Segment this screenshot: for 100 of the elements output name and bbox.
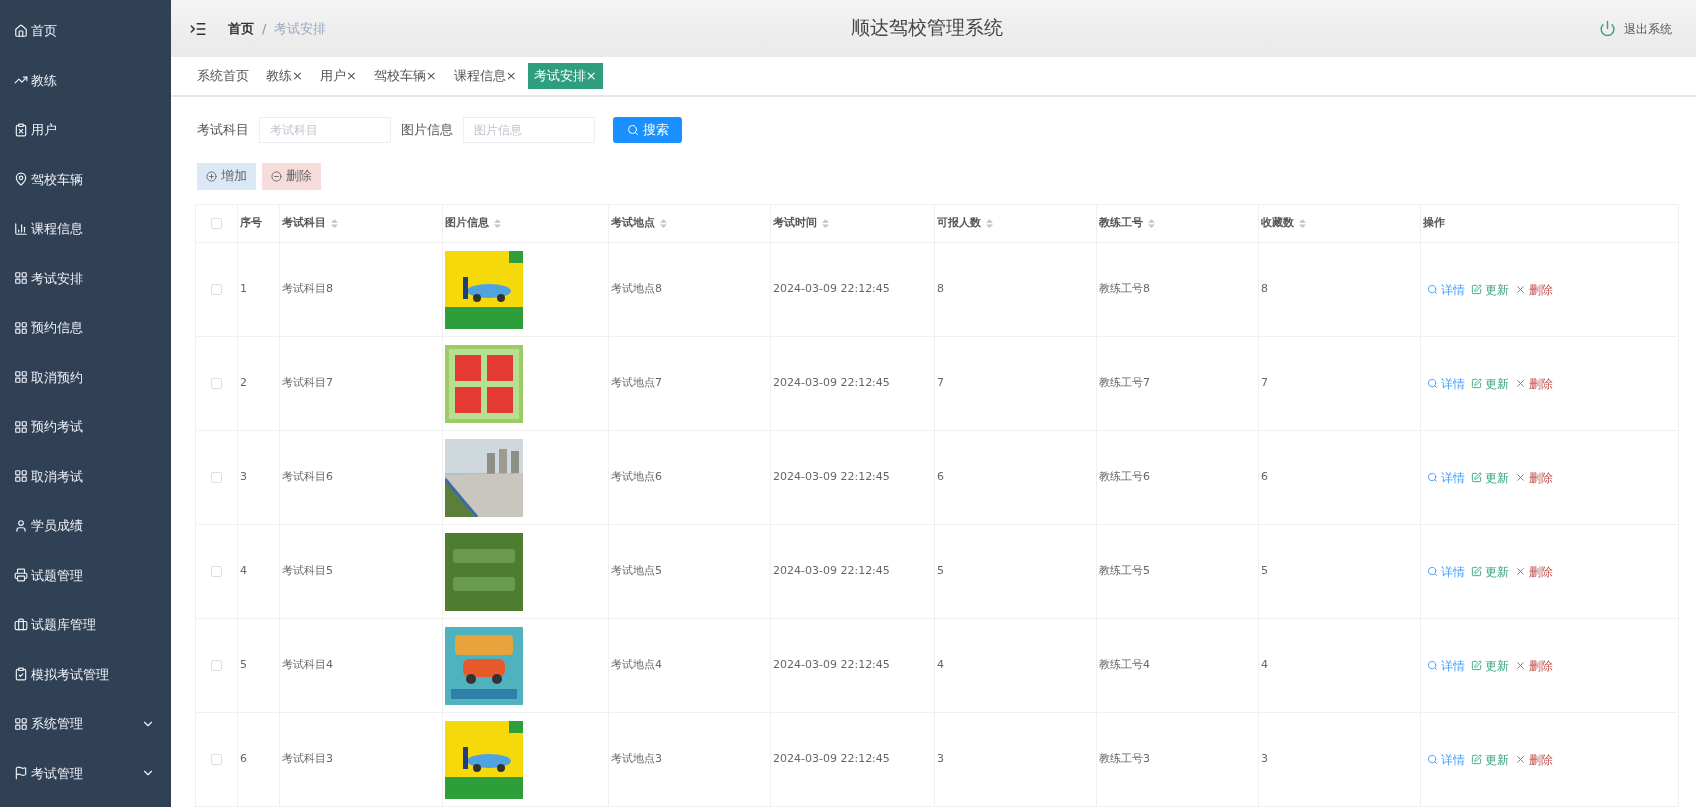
close-icon xyxy=(1515,472,1526,483)
edit-icon xyxy=(1471,378,1482,389)
table-cell: 2024-03-09 22:12:45 xyxy=(773,657,890,674)
power-icon[interactable] xyxy=(1599,20,1616,37)
checkbox[interactable] xyxy=(211,218,222,229)
table-cell: 1 xyxy=(240,281,247,298)
close-icon xyxy=(1515,284,1526,295)
search-icon xyxy=(1427,472,1438,483)
sort-icon[interactable] xyxy=(660,219,667,228)
checkbox[interactable] xyxy=(211,284,222,295)
sidebar-item[interactable]: 取消预约 xyxy=(0,352,171,402)
sidebar-item[interactable]: 首页 xyxy=(0,6,171,56)
breadcrumb-current: 考试安排 xyxy=(274,19,327,38)
sidebar-item[interactable]: 系统管理 xyxy=(0,699,171,749)
checkbox[interactable] xyxy=(211,378,222,389)
checkbox[interactable] xyxy=(211,566,222,577)
delete-link[interactable]: 删除 xyxy=(1515,280,1553,299)
breadcrumb-separator: / xyxy=(262,19,267,38)
search-field[interactable]: 考试科目 xyxy=(259,117,391,143)
table-cell: 3 xyxy=(937,751,944,768)
minus-icon xyxy=(271,171,282,182)
table-cell: 6 xyxy=(1261,469,1268,486)
sidebar-item[interactable]: 试题管理 xyxy=(0,550,171,600)
logout-link[interactable]: 退出系统 xyxy=(1624,19,1672,38)
sort-icon[interactable] xyxy=(331,219,338,228)
breadcrumb-link[interactable]: 首页 xyxy=(228,18,254,39)
table-cell: 考试科目5 xyxy=(282,563,333,580)
edit-icon xyxy=(1471,754,1482,765)
sidebar-item[interactable]: 预约考试 xyxy=(0,402,171,452)
sidebar-item[interactable]: 考试管理 xyxy=(0,748,171,798)
sidebar-item[interactable]: 试题库管理 xyxy=(0,600,171,650)
table-cell: 5 xyxy=(240,657,247,674)
table-cell: 4 xyxy=(937,657,944,674)
checkbox[interactable] xyxy=(211,660,222,671)
delete-link[interactable]: 删除 xyxy=(1515,562,1553,581)
column-header[interactable]: 考试时间 xyxy=(773,215,817,232)
table-cell: 3 xyxy=(1261,751,1268,768)
table-cell: 2 xyxy=(240,375,247,392)
column-header[interactable]: 图片信息 xyxy=(445,215,489,232)
table-cell: 2024-03-09 22:12:45 xyxy=(773,563,890,580)
table-cell: 考试科目3 xyxy=(282,751,333,768)
search-icon xyxy=(1427,378,1438,389)
sidebar-item[interactable]: 教练 xyxy=(0,55,171,105)
sidebar-item[interactable]: 驾校车辆 xyxy=(0,154,171,204)
tab[interactable]: 驾校车辆× xyxy=(367,63,443,89)
edit-icon xyxy=(1471,566,1482,577)
edit-icon xyxy=(1471,284,1482,295)
close-icon xyxy=(1515,566,1526,577)
grid-icon xyxy=(14,469,28,484)
sort-icon[interactable] xyxy=(494,219,501,228)
add-button[interactable]: 增加 xyxy=(197,163,256,190)
column-header[interactable]: 考试科目 xyxy=(282,215,326,232)
grid-icon xyxy=(14,716,28,731)
table-cell: 8 xyxy=(1261,281,1268,298)
close-icon xyxy=(1515,660,1526,671)
sidebar-item[interactable]: 考试安排 xyxy=(0,253,171,303)
sort-icon[interactable] xyxy=(1299,219,1306,228)
grid-icon xyxy=(14,419,28,434)
tab[interactable]: 用户× xyxy=(313,63,363,89)
table-cell: 7 xyxy=(1261,375,1268,392)
search-field[interactable]: 图片信息 xyxy=(463,117,595,143)
table-cell: 教练工号3 xyxy=(1099,751,1150,768)
checkbox[interactable] xyxy=(211,472,222,483)
delete-link[interactable]: 删除 xyxy=(1515,468,1553,487)
column-header[interactable]: 可报人数 xyxy=(937,215,981,232)
table-cell: 考试科目6 xyxy=(282,469,333,486)
clipboard-check-icon xyxy=(14,667,28,682)
sidebar-item[interactable]: 用户 xyxy=(0,105,171,155)
search-icon xyxy=(1427,660,1438,671)
sidebar-item[interactable]: 课程信息 xyxy=(0,204,171,254)
sort-icon[interactable] xyxy=(986,219,993,228)
table-cell: 考试科目8 xyxy=(282,281,333,298)
table-cell: 8 xyxy=(937,281,944,298)
sidebar-item[interactable]: 模拟考试管理 xyxy=(0,649,171,699)
column-header[interactable]: 教练工号 xyxy=(1099,215,1143,232)
sort-icon[interactable] xyxy=(822,219,829,228)
user-icon xyxy=(14,518,28,533)
column-header[interactable]: 收藏数 xyxy=(1261,215,1294,232)
delete-link[interactable]: 删除 xyxy=(1515,750,1553,769)
sort-icon[interactable] xyxy=(1148,219,1155,228)
table-cell: 2024-03-09 22:12:45 xyxy=(773,469,890,486)
sidebar-item[interactable]: 学员成绩 xyxy=(0,501,171,551)
delete-link[interactable]: 删除 xyxy=(1515,374,1553,393)
table-cell: 考试科目4 xyxy=(282,657,333,674)
tab[interactable]: 课程信息× xyxy=(447,63,523,89)
delete-button[interactable]: 删除 xyxy=(262,163,321,190)
sidebar-item[interactable]: 预约信息 xyxy=(0,303,171,353)
checkbox[interactable] xyxy=(211,754,222,765)
sidebar-item[interactable]: 取消考试 xyxy=(0,451,171,501)
tab[interactable]: 教练× xyxy=(260,63,309,89)
column-header[interactable]: 考试地点 xyxy=(611,215,655,232)
tab[interactable]: 系统首页 xyxy=(191,63,255,89)
edit-icon xyxy=(1471,472,1482,483)
plus-icon xyxy=(206,171,217,182)
delete-link[interactable]: 删除 xyxy=(1515,656,1553,675)
printer-icon xyxy=(14,568,28,583)
search-icon xyxy=(1427,284,1438,295)
briefcase-icon xyxy=(14,617,28,632)
close-icon xyxy=(1515,754,1526,765)
table-cell: 4 xyxy=(1261,657,1268,674)
